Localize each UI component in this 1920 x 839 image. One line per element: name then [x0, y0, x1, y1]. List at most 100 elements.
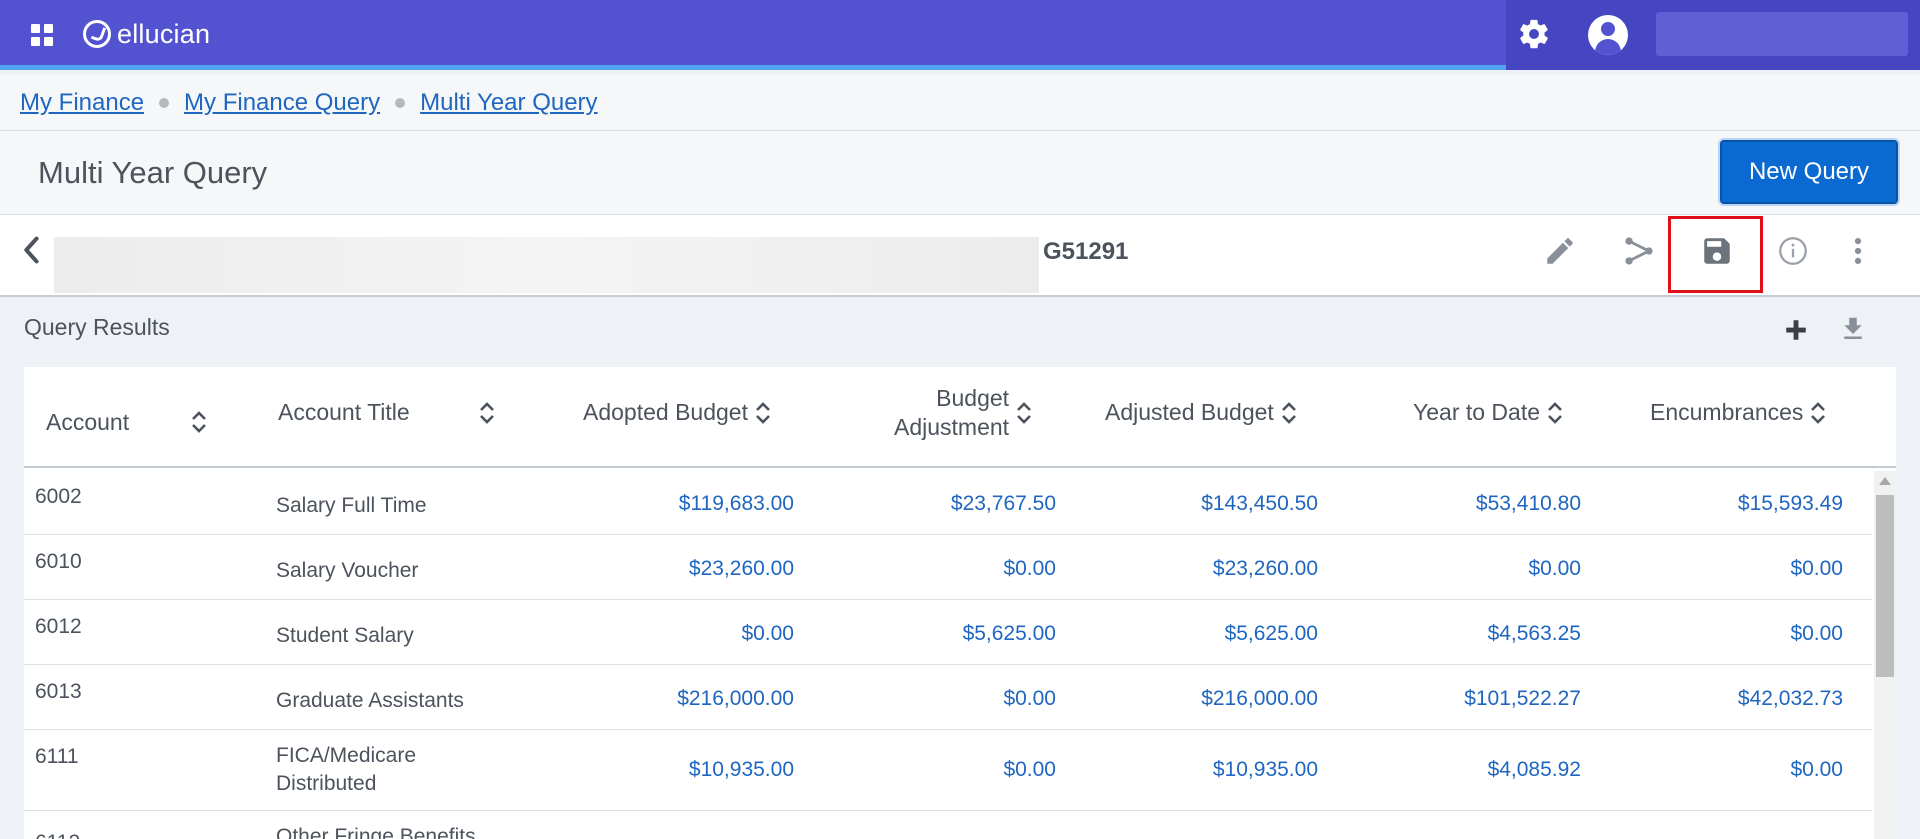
cell-account-title: Graduate Assistants [276, 689, 464, 712]
cell-budget-adjustment[interactable]: $0.00 [1003, 758, 1056, 782]
sort-icon[interactable] [478, 400, 496, 426]
scroll-thumb[interactable] [1876, 495, 1894, 677]
pencil-icon[interactable] [1543, 234, 1577, 268]
column-account[interactable]: Account [46, 409, 129, 436]
cell-adjusted-budget[interactable]: $216,000.00 [1201, 687, 1318, 711]
cell-account-title: Salary Voucher [276, 559, 419, 582]
cell-adjusted-budget[interactable]: $23,260.00 [1213, 557, 1318, 581]
results-table: Account Account Title Adopted Budget Bud… [24, 367, 1896, 839]
cell-account: 6002 [35, 485, 82, 508]
sort-icon[interactable] [190, 409, 208, 435]
column-year-to-date[interactable]: Year to Date [1413, 399, 1564, 426]
table-row[interactable]: 6111 FICA/Medicare Distributed $10,935.0… [24, 730, 1872, 811]
cell-account: 6010 [35, 550, 82, 573]
column-account-title-label: Account Title [278, 399, 410, 425]
breadcrumb-multi-year-query[interactable]: Multi Year Query [420, 89, 597, 117]
cell-adopted-budget[interactable]: $0.00 [741, 622, 794, 646]
cell-encumbrances[interactable]: $0.00 [1790, 557, 1843, 581]
query-name-redacted [54, 237, 1039, 293]
column-account-title[interactable]: Account Title [278, 399, 410, 426]
column-adjusted-budget[interactable]: Adjusted Budget [1105, 399, 1298, 426]
page-title: Multi Year Query [38, 155, 268, 190]
column-encumbrances[interactable]: Encumbrances [1650, 399, 1827, 426]
ellucian-logo[interactable]: ellucian [83, 18, 210, 50]
cell-account: 6012 [35, 615, 82, 638]
cell-adopted-budget[interactable]: $119,683.00 [679, 492, 794, 516]
apps-grid-icon[interactable] [31, 24, 53, 46]
cell-year-to-date[interactable]: $53,410.80 [1476, 492, 1581, 516]
cell-adopted-budget[interactable]: $216,000.00 [677, 687, 794, 711]
cell-account-title: Other Fringe Benefits [276, 825, 476, 839]
cell-account-title: Salary Full Time [276, 494, 427, 517]
cell-budget-adjustment[interactable]: $0.00 [1003, 557, 1056, 581]
add-plus-icon[interactable] [1783, 317, 1809, 343]
cell-encumbrances[interactable]: $0.00 [1790, 622, 1843, 646]
page-header: Multi Year Query [0, 131, 1920, 215]
cell-year-to-date[interactable]: $0.00 [1528, 557, 1581, 581]
save-highlight-box [1668, 216, 1763, 293]
cell-account: 6013 [35, 680, 82, 703]
brand-name: ellucian [117, 18, 211, 49]
column-adjusted-budget-label: Adjusted Budget [1105, 399, 1274, 425]
cell-adopted-budget[interactable]: $10,935.00 [689, 758, 794, 782]
gear-icon[interactable] [1517, 17, 1551, 51]
column-adopted-budget[interactable]: Adopted Budget [583, 399, 772, 426]
column-account-label: Account [46, 409, 130, 435]
info-icon[interactable] [1776, 234, 1810, 268]
new-query-button[interactable]: New Query [1720, 140, 1898, 204]
user-avatar-icon[interactable] [1588, 15, 1628, 55]
table-row[interactable]: 6013 Graduate Assistants $216,000.00 $0.… [24, 665, 1872, 730]
column-encumbrances-label: Encumbrances [1650, 399, 1804, 425]
query-results-title: Query Results [24, 314, 170, 340]
cell-adopted-budget[interactable]: $23,260.00 [689, 557, 794, 581]
back-chevron-icon[interactable] [18, 234, 46, 266]
cell-year-to-date[interactable]: $4,563.25 [1488, 622, 1581, 646]
share-icon[interactable] [1622, 234, 1656, 268]
table-header: Account Account Title Adopted Budget Bud… [24, 367, 1896, 468]
cell-encumbrances[interactable]: $0.00 [1790, 758, 1843, 782]
table-row[interactable]: 6112 Other Fringe Benefits [24, 811, 1872, 839]
breadcrumb-my-finance-query[interactable]: My Finance Query [184, 89, 380, 117]
sort-icon[interactable] [1280, 400, 1298, 426]
table-row[interactable]: 6010 Salary Voucher $23,260.00 $0.00 $23… [24, 535, 1872, 600]
user-name-redacted[interactable] [1656, 12, 1908, 56]
ellucian-logo-mark-icon [83, 20, 111, 48]
sort-icon[interactable] [754, 400, 772, 426]
cell-account-title: FICA/Medicare Distributed [276, 742, 536, 798]
table-row[interactable]: 6002 Salary Full Time $119,683.00 $23,76… [24, 470, 1872, 535]
cell-adjusted-budget[interactable]: $143,450.50 [1201, 492, 1318, 516]
download-icon[interactable] [1838, 314, 1868, 344]
column-budget-adjustment-line1: Budget [936, 385, 1010, 411]
breadcrumb-my-finance[interactable]: My Finance [20, 89, 144, 117]
column-budget-adjustment[interactable]: Budget Adjustment [894, 384, 1033, 442]
table-scrollbar[interactable] [1874, 471, 1896, 839]
cell-account: 6112 [35, 831, 80, 839]
cell-budget-adjustment[interactable]: $23,767.50 [951, 492, 1056, 516]
cell-budget-adjustment[interactable]: $5,625.00 [963, 622, 1056, 646]
column-year-to-date-label: Year to Date [1413, 399, 1541, 425]
breadcrumb-separator [159, 97, 170, 108]
sort-icon[interactable] [1546, 400, 1564, 426]
sort-icon[interactable] [1809, 400, 1827, 426]
column-budget-adjustment-label: Budget Adjustment [894, 384, 1009, 442]
query-id: G51291 [1043, 238, 1129, 265]
table-row[interactable]: 6012 Student Salary $0.00 $5,625.00 $5,6… [24, 600, 1872, 665]
cell-account-title-line2: Distributed [276, 772, 377, 795]
column-budget-adjustment-line2: Adjustment [894, 414, 1010, 440]
cell-encumbrances[interactable]: $15,593.49 [1738, 492, 1843, 516]
table-body: 6002 Salary Full Time $119,683.00 $23,76… [24, 470, 1872, 839]
cell-account-title-line1: FICA/Medicare [276, 744, 417, 767]
scroll-up-arrow-icon[interactable] [1879, 477, 1891, 485]
cell-encumbrances[interactable]: $42,032.73 [1738, 687, 1843, 711]
breadcrumb: My Finance My Finance Query Multi Year Q… [0, 75, 1920, 131]
cell-adjusted-budget[interactable]: $5,625.00 [1225, 622, 1318, 646]
cell-account-title: Student Salary [276, 624, 414, 647]
cell-adjusted-budget[interactable]: $10,935.00 [1213, 758, 1318, 782]
cell-account: 6111 [35, 745, 79, 768]
sort-icon[interactable] [1015, 400, 1033, 426]
breadcrumb-separator [395, 97, 406, 108]
cell-budget-adjustment[interactable]: $0.00 [1003, 687, 1056, 711]
more-vertical-icon[interactable] [1841, 234, 1875, 268]
cell-year-to-date[interactable]: $101,522.27 [1464, 687, 1581, 711]
cell-year-to-date[interactable]: $4,085.92 [1488, 758, 1581, 782]
